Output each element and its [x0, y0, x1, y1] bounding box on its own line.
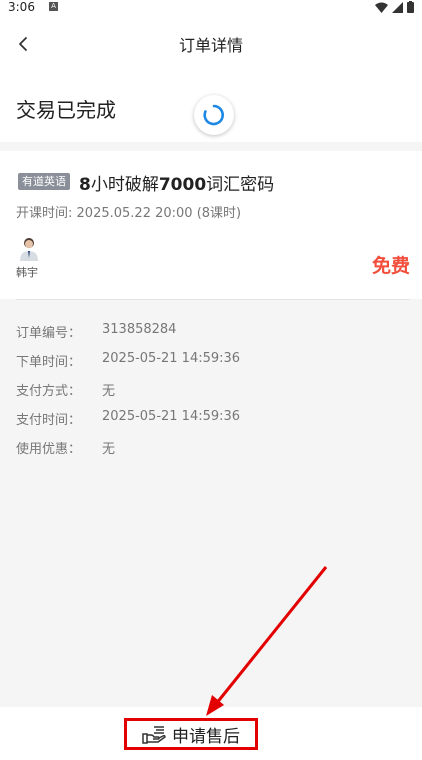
- info-value: 2025-05-21 14:59:36: [102, 351, 241, 366]
- battery-icon: [407, 1, 414, 13]
- divider: [16, 299, 410, 300]
- price-label: 免费: [371, 255, 410, 277]
- wifi-icon: [375, 2, 388, 13]
- teacher-avatar-icon: [20, 238, 38, 261]
- page-title: 订单详情: [178, 36, 243, 55]
- info-label: 使用优惠：: [16, 442, 82, 457]
- course-tag: 有道英语: [18, 173, 70, 190]
- signal-icon: [392, 1, 403, 13]
- avatar: [18, 235, 40, 261]
- course-time: 开课时间: 2025.05.22 20:00 (8课时): [16, 202, 241, 221]
- course-time-value: 2025.05.22 20:00: [76, 206, 193, 221]
- spinner-icon: [203, 104, 224, 126]
- info-value: 无: [102, 442, 116, 457]
- hand-service-icon: [142, 726, 166, 744]
- bottom-bar: 申请售后: [0, 707, 422, 760]
- course-time-label: 开课时间:: [16, 206, 73, 221]
- info-row-order-time: 下单时间： 2025-05-21 14:59:36: [16, 351, 406, 380]
- after-sale-button[interactable]: 申请售后: [124, 718, 258, 750]
- loading-spinner: [194, 95, 234, 135]
- info-label: 下单时间：: [16, 355, 82, 370]
- info-value: 313858284: [102, 322, 177, 337]
- info-value: 2025-05-21 14:59:36: [102, 409, 241, 424]
- info-label: 订单编号：: [16, 326, 82, 341]
- info-row-payment-time: 支付时间： 2025-05-21 14:59:36: [16, 409, 406, 438]
- status-icons: [375, 1, 414, 13]
- course-title-part: 7000: [158, 175, 207, 195]
- info-row-discount: 使用优惠： 无: [16, 438, 406, 467]
- course-title-part: 小时破解: [90, 175, 159, 195]
- info-value: 无: [102, 384, 116, 399]
- info-label: 支付时间：: [16, 413, 82, 428]
- after-sale-label: 申请售后: [172, 726, 240, 747]
- course-title: 8小时破解7000词汇密码: [79, 170, 274, 195]
- course-title-part: 词汇密码: [206, 175, 275, 195]
- course-title-part: 8: [79, 175, 91, 195]
- notification-icon: A: [49, 2, 58, 11]
- teacher-name: 韩宇: [16, 266, 38, 279]
- course-card[interactable]: 有道英语 8小时破解7000词汇密码 开课时间: 2025.05.22 20:0…: [0, 151, 422, 299]
- info-row-order-number: 订单编号： 313858284: [16, 322, 406, 351]
- nav-bar: 订单详情: [0, 14, 422, 74]
- status-bar: 3:06 A: [0, 0, 422, 14]
- info-label: 支付方式：: [16, 384, 82, 399]
- status-time: 3:06: [8, 0, 35, 14]
- order-status-text: 交易已完成: [16, 98, 116, 122]
- order-info-list: 订单编号： 313858284 下单时间： 2025-05-21 14:59:3…: [16, 322, 406, 467]
- order-status-section: 交易已完成: [0, 74, 422, 142]
- course-lessons: (8课时): [196, 206, 242, 221]
- info-row-payment-method: 支付方式： 无: [16, 380, 406, 409]
